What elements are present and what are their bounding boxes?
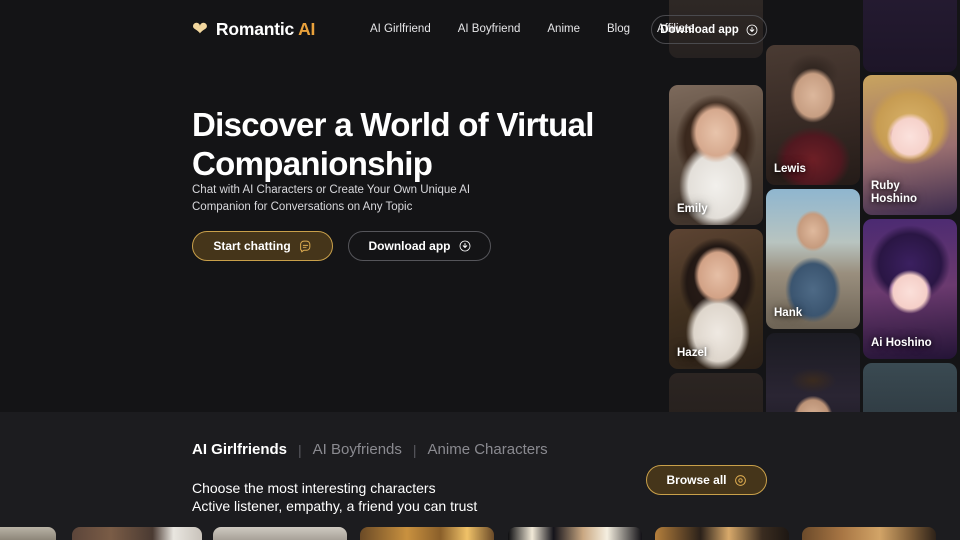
brand-logo[interactable]: ❤ Romantic AI	[192, 19, 315, 40]
characters-section: AI Girlfriends | AI Boyfriends | Anime C…	[0, 412, 960, 540]
character-name: Ai Hoshino	[871, 337, 932, 350]
character-card-emily[interactable]: Emily	[669, 85, 763, 225]
character-thumbnail[interactable]	[72, 527, 202, 540]
character-card-grid: Emily Hazel Lewis Hank Ruby Hoshino Ai H…	[667, 0, 960, 412]
category-tabs: AI Girlfriends | AI Boyfriends | Anime C…	[192, 441, 548, 458]
download-icon	[459, 240, 470, 252]
chat-bubble-icon	[299, 240, 310, 252]
nav-item-ai-girlfriend[interactable]: AI Girlfriend	[370, 23, 431, 35]
start-chatting-label: Start chatting	[213, 239, 291, 253]
brand-name: Romantic AI	[215, 19, 316, 39]
circle-arrow-icon	[734, 474, 746, 486]
header-download-app-button[interactable]: Download app	[651, 15, 767, 44]
main-nav: AI Girlfriend AI Boyfriend Anime Blog Af…	[370, 23, 695, 35]
nav-item-blog[interactable]: Blog	[607, 23, 630, 35]
download-icon	[746, 24, 758, 35]
heart-icon: ❤	[192, 19, 208, 40]
tagline-line-1: Choose the most interesting characters	[192, 480, 436, 496]
character-card-lewis[interactable]: Lewis	[766, 45, 860, 185]
hero-download-app-label: Download app	[368, 239, 451, 253]
character-thumbnail-strip	[0, 527, 960, 540]
start-chatting-button[interactable]: Start chatting	[192, 231, 333, 261]
character-name: Lewis	[774, 163, 806, 176]
character-card-hazel[interactable]: Hazel	[669, 229, 763, 369]
browse-all-button[interactable]: Browse all	[646, 465, 767, 495]
tab-divider: |	[412, 441, 417, 458]
site-header: ❤ Romantic AI AI Girlfriend AI Boyfriend…	[0, 0, 960, 58]
character-thumbnail[interactable]	[655, 527, 789, 540]
character-name: Ruby Hoshino	[871, 179, 917, 206]
tagline-line-2: Active listener, empathy, a friend you c…	[192, 497, 478, 514]
character-thumbnail[interactable]	[213, 527, 347, 540]
header-download-app-label: Download app	[660, 23, 739, 36]
character-thumbnail[interactable]	[0, 527, 56, 540]
character-card-hank[interactable]: Hank	[766, 189, 860, 329]
character-thumbnail[interactable]	[802, 527, 936, 540]
character-name: Hank	[774, 307, 803, 320]
tab-anime-characters[interactable]: Anime Characters	[428, 441, 548, 458]
character-card-ai-hoshino[interactable]: Ai Hoshino	[863, 219, 957, 359]
hero-section: ❤ Romantic AI AI Girlfriend AI Boyfriend…	[0, 0, 960, 412]
character-card[interactable]	[863, 363, 957, 412]
character-card[interactable]	[766, 333, 860, 412]
character-thumbnail[interactable]	[508, 527, 642, 540]
brand-accent: AI	[298, 19, 316, 39]
nav-item-ai-boyfriend[interactable]: AI Boyfriend	[458, 23, 521, 35]
character-card[interactable]	[669, 373, 763, 412]
tab-divider: |	[298, 441, 302, 458]
tab-ai-girlfriends[interactable]: AI Girlfriends	[192, 441, 287, 458]
character-thumbnail[interactable]	[360, 527, 494, 540]
hero-subtitle: Chat with AI Characters or Create Your O…	[192, 184, 471, 214]
browse-all-label: Browse all	[666, 473, 727, 487]
hero-title: Discover a World of Virtual Companionshi…	[192, 106, 594, 182]
hero-cta-group: Start chatting Download app	[192, 231, 491, 261]
hero-download-app-button[interactable]: Download app	[348, 231, 491, 261]
nav-item-anime[interactable]: Anime	[547, 23, 580, 35]
tab-ai-boyfriends[interactable]: AI Boyfriends	[313, 441, 402, 458]
character-card-ruby-hoshino[interactable]: Ruby Hoshino	[863, 75, 957, 215]
character-name: Hazel	[677, 347, 708, 360]
character-name: Emily	[677, 203, 708, 216]
section-tagline: Choose the most interesting characters A…	[192, 480, 477, 516]
